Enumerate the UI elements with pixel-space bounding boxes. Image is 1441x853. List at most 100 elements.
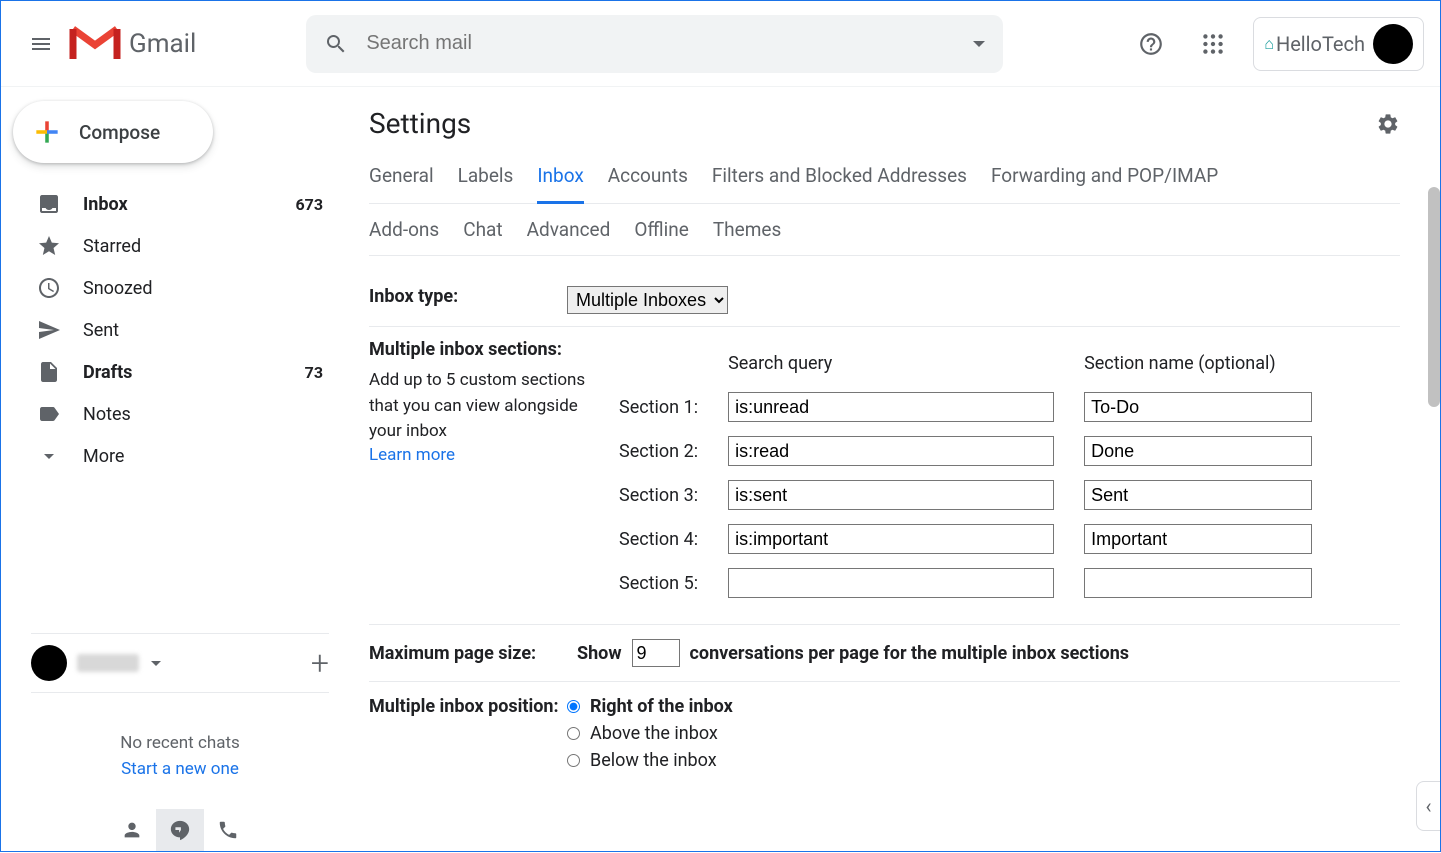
section-name-input[interactable] xyxy=(1084,436,1312,466)
hangouts-icon xyxy=(169,819,191,841)
nav-count: 73 xyxy=(305,363,323,382)
content: Settings General Labels Inbox Accounts F… xyxy=(349,87,1440,853)
tab-labels[interactable]: Labels xyxy=(458,164,514,203)
settings-tabs-row2: Add-ons Chat Advanced Offline Themes xyxy=(369,218,1400,256)
section-query-input[interactable] xyxy=(728,480,1054,510)
col-section-name: Section name (optional) xyxy=(1054,353,1312,378)
chat-status-dropdown-icon[interactable] xyxy=(151,661,161,666)
send-icon xyxy=(37,318,61,342)
person-icon xyxy=(121,819,143,841)
sidebar-item-starred[interactable]: Starred xyxy=(1,225,349,267)
col-search-query: Search query xyxy=(728,353,1054,378)
support-button[interactable] xyxy=(1129,22,1173,66)
header-bar: Gmail ⌂HelloTech xyxy=(1,1,1440,87)
learn-more-link[interactable]: Learn more xyxy=(369,445,455,465)
sections-left: Multiple inbox sections: Add up to 5 cus… xyxy=(369,339,589,612)
sidebar-item-sent[interactable]: Sent xyxy=(1,309,349,351)
apps-grid-icon xyxy=(1200,31,1226,57)
tab-accounts[interactable]: Accounts xyxy=(608,164,688,203)
sidebar-item-notes[interactable]: Notes xyxy=(1,393,349,435)
section-row-3: Section 3: xyxy=(619,480,1312,510)
radio-below[interactable] xyxy=(567,754,580,767)
radio-above[interactable] xyxy=(567,727,580,740)
search-bar[interactable] xyxy=(306,15,1003,73)
main: Compose Inbox 673 Starred Snoozed Sent xyxy=(1,87,1440,853)
label-icon xyxy=(37,402,61,426)
account-brand-pill[interactable]: ⌂HelloTech xyxy=(1253,17,1424,71)
page-size-prefix: Show xyxy=(577,643,622,664)
section-label: Section 1: xyxy=(619,392,728,422)
chat-section: + No recent chats Start a new one xyxy=(31,633,329,853)
chat-empty-text: No recent chats xyxy=(31,733,329,753)
tab-general[interactable]: General xyxy=(369,164,434,203)
sidebar-item-more[interactable]: More xyxy=(1,435,349,477)
avatar[interactable] xyxy=(1373,24,1413,64)
nav-label: Inbox xyxy=(83,194,128,215)
tab-chat[interactable]: Chat xyxy=(463,218,502,255)
nav-label: Snoozed xyxy=(83,278,153,299)
gmail-logo-text: Gmail xyxy=(129,29,196,59)
sidebar-item-snoozed[interactable]: Snoozed xyxy=(1,267,349,309)
side-panel-toggle[interactable] xyxy=(1416,781,1440,831)
sidebar-item-inbox[interactable]: Inbox 673 xyxy=(1,183,349,225)
brand-text: ⌂HelloTech xyxy=(1264,32,1365,56)
inbox-type-select[interactable]: Multiple Inboxes xyxy=(567,286,728,314)
search-icon xyxy=(324,32,348,56)
sidebar: Compose Inbox 673 Starred Snoozed Sent xyxy=(1,87,349,853)
phone-tab[interactable] xyxy=(204,809,252,851)
content-header: Settings xyxy=(369,107,1400,140)
house-icon: ⌂ xyxy=(1264,34,1274,54)
compose-button[interactable]: Compose xyxy=(13,101,213,163)
position-option-below[interactable]: Below the inbox xyxy=(567,750,733,771)
section-name-input[interactable] xyxy=(1084,480,1312,510)
section-query-input[interactable] xyxy=(728,524,1054,554)
radio-right[interactable] xyxy=(567,700,580,713)
position-option-right[interactable]: Right of the inbox xyxy=(567,696,733,717)
contacts-tab[interactable] xyxy=(108,809,156,851)
search-options-dropdown-icon[interactable] xyxy=(973,41,985,47)
file-icon xyxy=(37,360,61,384)
tab-addons[interactable]: Add-ons xyxy=(369,218,439,255)
section-name-input[interactable] xyxy=(1084,568,1312,598)
chevron-down-icon xyxy=(37,444,61,468)
position-option-above[interactable]: Above the inbox xyxy=(567,723,733,744)
section-name-input[interactable] xyxy=(1084,392,1312,422)
tab-forwarding[interactable]: Forwarding and POP/IMAP xyxy=(991,164,1218,203)
new-chat-button[interactable]: + xyxy=(311,644,329,682)
section-row-4: Section 4: xyxy=(619,524,1312,554)
nav-label: More xyxy=(83,446,124,467)
section-query-input[interactable] xyxy=(728,568,1054,598)
scrollbar[interactable] xyxy=(1428,187,1440,407)
page-size-input[interactable] xyxy=(632,639,680,667)
chat-start-link[interactable]: Start a new one xyxy=(31,759,329,779)
divider xyxy=(31,692,329,693)
section-query-input[interactable] xyxy=(728,436,1054,466)
tab-offline[interactable]: Offline xyxy=(634,218,688,255)
google-apps-button[interactable] xyxy=(1191,22,1235,66)
sidebar-item-drafts[interactable]: Drafts 73 xyxy=(1,351,349,393)
chat-avatar[interactable] xyxy=(31,645,67,681)
inbox-type-label: Inbox type: xyxy=(369,286,567,307)
page-size-label: Maximum page size: xyxy=(369,643,567,664)
section-name-input[interactable] xyxy=(1084,524,1312,554)
section-query-input[interactable] xyxy=(728,392,1054,422)
search-input[interactable] xyxy=(366,32,973,55)
chat-footer xyxy=(31,809,329,853)
hamburger-icon xyxy=(29,32,53,56)
tab-filters[interactable]: Filters and Blocked Addresses xyxy=(712,164,967,203)
gmail-icon xyxy=(69,25,121,63)
multi-sections-heading: Multiple inbox sections: xyxy=(369,339,589,360)
position-label: Multiple inbox position: xyxy=(369,696,567,771)
tab-themes[interactable]: Themes xyxy=(713,218,781,255)
phone-icon xyxy=(217,819,239,841)
tab-advanced[interactable]: Advanced xyxy=(527,218,611,255)
gear-icon[interactable] xyxy=(1376,112,1400,136)
inbox-type-row: Inbox type: Multiple Inboxes xyxy=(369,274,1400,327)
section-label: Section 5: xyxy=(619,568,728,598)
page-title: Settings xyxy=(369,107,471,140)
gmail-logo[interactable]: Gmail xyxy=(69,25,196,63)
hangouts-tab[interactable] xyxy=(156,809,204,851)
chat-username-redacted xyxy=(77,654,139,672)
main-menu-button[interactable] xyxy=(17,20,65,68)
tab-inbox[interactable]: Inbox xyxy=(537,164,583,204)
